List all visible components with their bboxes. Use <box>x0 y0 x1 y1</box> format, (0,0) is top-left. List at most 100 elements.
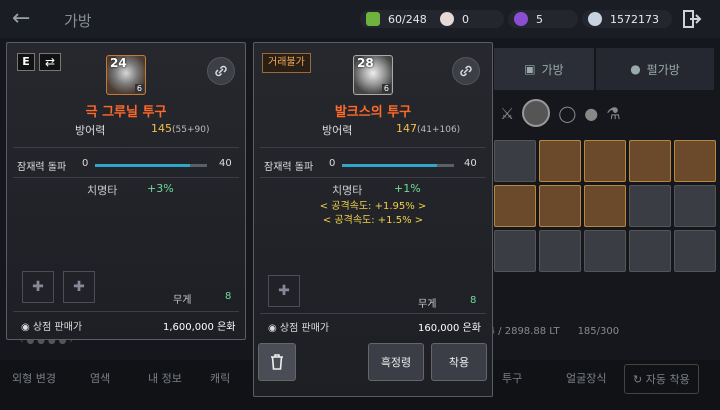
potential-bar-fill <box>342 164 438 167</box>
inventory-slot[interactable] <box>539 140 581 182</box>
inventory-slot[interactable] <box>584 230 626 272</box>
potential-min: 0 <box>329 158 336 169</box>
inventory-slot[interactable] <box>629 140 671 182</box>
item-grade: 6 <box>381 84 391 93</box>
crit-label: 치명타 <box>332 184 363 197</box>
inventory-slot[interactable] <box>494 230 536 272</box>
divider <box>260 313 486 314</box>
crit-label: 치명타 <box>87 184 118 197</box>
price-row: ◉ 상점 판매가 <box>268 319 329 334</box>
inventory-slot[interactable] <box>494 140 536 182</box>
potential-max: 40 <box>219 158 232 169</box>
divider <box>13 311 239 312</box>
dye-button[interactable]: 염색 <box>90 370 110 386</box>
refresh-icon: ↻ <box>633 373 643 386</box>
money-bag-icon: ◉ <box>21 322 30 333</box>
price-row: ◉ 상점 판매가 <box>21 318 82 333</box>
potion-icon[interactable]: ⚗ <box>606 104 620 123</box>
resource-pearl-value: 0 <box>462 12 469 26</box>
inventory-slot[interactable] <box>674 230 716 272</box>
equipped-tag: E <box>17 53 35 71</box>
potential-label: 잠재력 돌파 <box>264 162 314 173</box>
resource-silver: 1572173 <box>582 10 672 28</box>
money-bag-icon: ◉ <box>268 323 277 334</box>
resource-green-value: 60/248 <box>388 12 427 26</box>
link-button[interactable] <box>452 57 480 85</box>
selected-item-panel: 거래불가 28 6 발크스의 투구 방어력 147(41+106) 잠재력 돌파… <box>253 42 493 397</box>
chain-link-icon <box>215 65 227 77</box>
pearl-icon <box>440 12 454 26</box>
equip-button[interactable]: 착용 <box>431 343 487 381</box>
divider <box>13 177 239 178</box>
helmet-toggle[interactable]: 투구 <box>502 370 522 386</box>
potential-label: 잠재력 돌파 <box>17 162 67 173</box>
inventory-slot[interactable] <box>629 185 671 227</box>
defense-detail: (41+106) <box>417 125 461 135</box>
divider <box>260 147 486 148</box>
armor-filter-icon[interactable] <box>522 99 551 127</box>
inventory-slot[interactable] <box>539 230 581 272</box>
tab-pet-label: 펄가방 <box>646 62 680 77</box>
divider <box>260 177 486 178</box>
inventory-slot[interactable] <box>674 185 716 227</box>
potential-bar <box>342 164 454 167</box>
crit-value: +1% <box>394 182 421 195</box>
crossed-swords-icon[interactable]: ⚔ <box>500 104 514 123</box>
face-accessory-toggle[interactable]: 얼굴장식 <box>566 370 606 386</box>
delete-button[interactable] <box>258 343 296 381</box>
item-level: 24 <box>110 56 127 70</box>
appraise-button[interactable]: 흑정령 <box>368 343 424 381</box>
helmet-item-icon: 24 6 <box>106 55 146 95</box>
compare-swap-icon[interactable]: ⇄ <box>39 53 61 71</box>
item-name: 발크스의 투구 <box>334 105 412 120</box>
gem-add-icon: ✚ <box>278 283 290 299</box>
back-arrow-icon[interactable]: ← <box>12 6 30 31</box>
character-toggle[interactable]: 캐릭 <box>210 370 230 386</box>
purple-gem-icon <box>514 12 528 26</box>
exit-icon[interactable] <box>682 9 702 29</box>
tab-bag-label: 가방 <box>541 62 564 77</box>
gem-slot[interactable]: ✚ <box>268 275 300 307</box>
gem-slot[interactable]: ✚ <box>63 271 95 303</box>
pet-icon: ● <box>630 62 641 76</box>
divider <box>13 147 239 148</box>
appearance-change-button[interactable]: 외형 변경 <box>12 370 56 386</box>
orb-icon[interactable]: ● <box>584 104 598 123</box>
tab-bag[interactable]: ▣ 가방 <box>494 48 594 90</box>
potential-bar-fill <box>95 164 191 167</box>
inventory-slot[interactable] <box>629 230 671 272</box>
item-level: 28 <box>357 56 374 70</box>
inventory-slot[interactable] <box>584 140 626 182</box>
resource-purple-value: 5 <box>536 12 543 26</box>
crit-value: +3% <box>147 182 174 195</box>
silver-icon <box>588 12 602 26</box>
item-grade: 6 <box>134 84 144 93</box>
my-info-button[interactable]: 내 정보 <box>148 370 182 386</box>
potential-max: 40 <box>464 158 477 169</box>
inventory-slot[interactable] <box>539 185 581 227</box>
gem-slot[interactable]: ✚ <box>22 271 54 303</box>
equipped-item-panel: E ⇄ 24 6 극 그루닐 투구 방어력 145(55+90) 잠재력 돌파 … <box>6 42 246 340</box>
set-bonus-line: < 공격속도: +1.95% > <box>319 201 427 212</box>
resource-purple: 5 <box>508 10 578 28</box>
trash-icon <box>271 354 283 370</box>
ring-icon[interactable]: ◯ <box>558 104 576 123</box>
weight-value: 8 <box>470 295 477 306</box>
inventory-slot[interactable] <box>584 185 626 227</box>
defense-number: 145 <box>151 122 172 135</box>
item-name: 극 그루닐 투구 <box>85 105 167 120</box>
auto-equip-button[interactable]: ↻ 자동 착용 <box>624 364 699 394</box>
potential-min: 0 <box>82 158 89 169</box>
link-button[interactable] <box>207 57 235 85</box>
untradeable-tag: 거래불가 <box>262 53 311 73</box>
defense-number: 147 <box>396 122 417 135</box>
slot-status: 185/300 <box>577 326 620 337</box>
inventory-slot[interactable] <box>494 185 536 227</box>
inventory-grid <box>494 140 716 272</box>
price-label: 상점 판매가 <box>279 323 330 334</box>
inventory-slot[interactable] <box>674 140 716 182</box>
price-value: 160,000 은화 <box>418 323 481 334</box>
tab-pet-bag[interactable]: ● 펄가방 <box>596 48 714 90</box>
helmet-item-icon: 28 6 <box>353 55 393 95</box>
defense-label: 방어력 <box>322 124 353 137</box>
